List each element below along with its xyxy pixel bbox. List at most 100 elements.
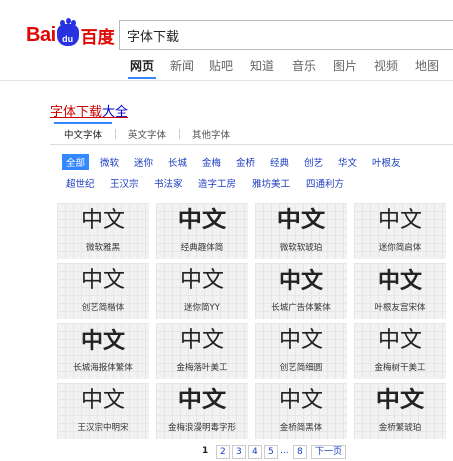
tab-tieba[interactable]: 贴吧	[209, 57, 233, 74]
font-name: 创艺简细圆	[279, 363, 323, 373]
page-link-8[interactable]: 8	[293, 445, 307, 459]
font-card[interactable]: 中文迷你简YY	[156, 263, 248, 319]
font-grid: 中文 微软雅黑 中文 经典趣体简 中文 微软软琥珀 中文 迷你简启体 中文 创艺简楷体 中…	[57, 203, 447, 439]
result-title-link[interactable]: 字体下载大全	[50, 101, 128, 120]
category-yegenyou[interactable]: 叶根友	[372, 155, 401, 169]
category-yafangmeigong[interactable]: 雅坊美工	[252, 176, 290, 190]
font-sample: 中文	[177, 388, 227, 413]
font-sample: 中文	[278, 388, 323, 413]
tab-zhidao[interactable]: 知道	[250, 57, 274, 74]
font-name: 金梅落叶美工	[176, 363, 228, 373]
font-name: 微软软琥珀	[279, 243, 323, 253]
font-name: 长城广告体繁体	[271, 303, 331, 313]
tab-video[interactable]: 视频	[374, 57, 398, 74]
page-current: 1	[202, 446, 209, 456]
font-card[interactable]: 中文 微软软琥珀	[255, 203, 347, 259]
search-input[interactable]: 字体下载	[119, 20, 453, 50]
font-card[interactable]: 中文 创艺简细圆	[255, 323, 347, 379]
font-sample: 中文	[80, 328, 125, 354]
font-sample: 中文	[80, 208, 125, 233]
result-title-more: 大全	[102, 105, 129, 120]
category-sitonglifang[interactable]: 四通利方	[306, 176, 344, 190]
category-huawen[interactable]: 华文	[338, 155, 357, 169]
page-link-3[interactable]: 3	[232, 445, 246, 459]
category-all[interactable]: 全部	[62, 154, 90, 170]
font-sample: 中文	[177, 208, 227, 233]
category-weiruan[interactable]: 微软	[100, 155, 119, 169]
subtab-divider	[115, 129, 116, 139]
tab-news[interactable]: 新闻	[170, 57, 194, 74]
subtab-other[interactable]: 其他字体	[192, 127, 230, 141]
font-sample: 中文	[377, 328, 422, 353]
logo-text-cn: 百度	[80, 27, 115, 48]
subtab-divider	[179, 129, 180, 139]
font-sample: 中文	[278, 328, 323, 353]
font-name: 金梅浪漫明毒字形	[167, 423, 236, 433]
category-jinqiao[interactable]: 金桥	[236, 155, 255, 169]
page-link-5[interactable]: 5	[264, 445, 278, 459]
subtab-chinese[interactable]: 中文字体	[53, 122, 113, 141]
logo-text-bai: Bai	[26, 23, 56, 46]
font-sample: 中文	[278, 268, 323, 294]
page-link-2[interactable]: 2	[216, 445, 230, 459]
search-tabs: 网页 新闻 贴吧 知道 音乐 图片 视频 地图	[0, 57, 453, 79]
font-name: 金桥繁琥珀	[378, 423, 422, 433]
tab-music[interactable]: 音乐	[292, 57, 316, 74]
category-zaozigongfang[interactable]: 造字工房	[198, 176, 236, 190]
font-card[interactable]: 中文 迷你简启体	[354, 203, 446, 259]
tab-map[interactable]: 地图	[415, 57, 439, 74]
baidu-logo[interactable]: Bai du 百度	[26, 20, 115, 48]
category-jinmei[interactable]: 金梅	[202, 155, 221, 169]
font-name: 长城海报体繁体	[73, 363, 133, 373]
logo-text-du: du	[62, 34, 74, 44]
font-card[interactable]: 中文 长城广告体繁体	[255, 263, 347, 319]
font-name: 经典趣体简	[180, 243, 224, 253]
font-type-tabs: 中文字体 英文字体 其他字体	[50, 122, 453, 145]
font-sample: 中文	[179, 268, 224, 293]
paw-icon: du	[56, 20, 79, 46]
tab-divider	[0, 80, 453, 81]
font-card[interactable]: 中文 长城海报体繁体	[57, 323, 149, 379]
font-name: 金桥简黑体	[279, 423, 323, 433]
font-name: 迷你简YY	[184, 303, 220, 313]
category-chaoshiji[interactable]: 超世纪	[66, 176, 95, 190]
page-next[interactable]: 下一页	[311, 445, 347, 459]
result-title-main: 字体下载	[50, 105, 103, 120]
category-shufajia[interactable]: 书法家	[154, 176, 183, 190]
page-link-4[interactable]: 4	[248, 445, 262, 459]
font-sample: 中文	[276, 208, 326, 233]
font-card[interactable]: 中文 金桥简黑体	[255, 383, 347, 439]
page-ellipsis: ...	[280, 446, 289, 456]
font-sample: 中文	[80, 388, 125, 413]
font-name: 叶根友宫宋体	[374, 303, 426, 313]
search-input-value: 字体下载	[127, 30, 180, 45]
font-name: 迷你简启体	[378, 243, 422, 253]
category-jingdian[interactable]: 经典	[270, 155, 289, 169]
font-card[interactable]: 中文 金桥繁琥珀	[354, 383, 446, 439]
font-card[interactable]: 中文 金梅落叶美工	[156, 323, 248, 379]
font-card[interactable]: 中文 创艺简楷体	[57, 263, 149, 319]
category-changcheng[interactable]: 长城	[168, 155, 187, 169]
font-name: 创艺简楷体	[81, 303, 125, 313]
font-card[interactable]: 中文金梅浪漫明毒字形	[156, 383, 248, 439]
font-sample: 中文	[377, 208, 422, 233]
font-name: 微软雅黑	[85, 243, 120, 253]
font-card[interactable]: 中文 王汉宗中明宋	[57, 383, 149, 439]
font-card[interactable]: 中文 经典趣体简	[156, 203, 248, 259]
font-sample: 中文	[375, 388, 425, 413]
font-card[interactable]: 中文 叶根友宫宋体	[354, 263, 446, 319]
font-sample: 中文	[377, 268, 422, 294]
category-wanghanzong[interactable]: 王汉宗	[110, 176, 139, 190]
category-chuangyi[interactable]: 创艺	[304, 155, 323, 169]
subtab-english[interactable]: 英文字体	[128, 127, 166, 141]
font-sample: 中文	[80, 268, 125, 293]
font-card[interactable]: 中文 金梅树干美工	[354, 323, 446, 379]
tab-web[interactable]: 网页	[127, 57, 157, 79]
header: Bai du 百度 字体下载 网页 新闻 贴吧 知道 音乐 图片 视频 地图	[0, 0, 453, 81]
font-card[interactable]: 中文 微软雅黑	[57, 203, 149, 259]
category-mini[interactable]: 迷你	[134, 155, 153, 169]
font-name: 金梅树干美工	[374, 363, 426, 373]
font-sample: 中文	[179, 328, 224, 353]
tab-images[interactable]: 图片	[333, 57, 357, 74]
pagination: 1 2 3 4 5 ... 8 下一页	[0, 445, 453, 460]
